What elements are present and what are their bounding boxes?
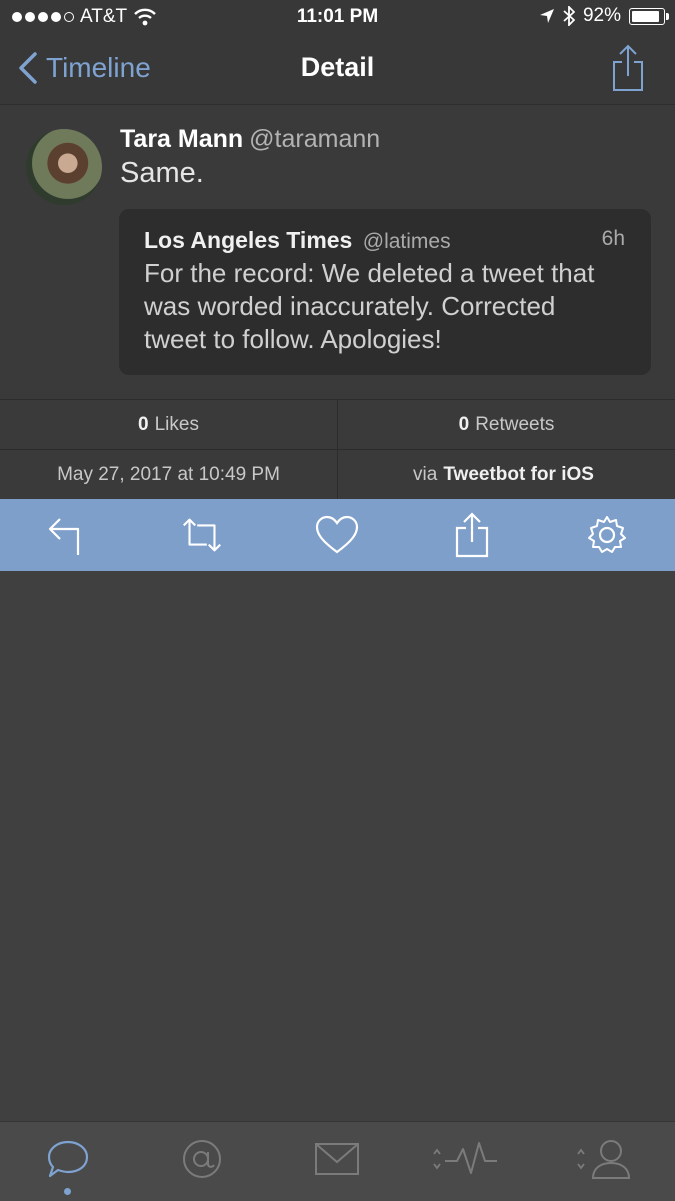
reply-icon <box>48 518 80 555</box>
activity-tab[interactable] <box>425 1134 505 1184</box>
author-name: Tara Mann <box>120 125 244 153</box>
profile-icon <box>577 1140 631 1179</box>
via-label: via <box>413 463 438 485</box>
quoted-author-handle: @latimes <box>362 230 451 253</box>
share-icon <box>455 512 489 558</box>
location-icon <box>539 9 554 23</box>
at-sign-icon <box>183 1140 221 1178</box>
tweet-date: May 27, 2017 at 10:49 PM <box>0 449 338 499</box>
page-title: Detail <box>300 52 375 82</box>
nav-share-button[interactable] <box>611 44 645 97</box>
mentions-tab[interactable] <box>162 1134 242 1184</box>
tweet-author[interactable]: Tara Mann @taramann <box>120 125 380 154</box>
status-right-group: 92% <box>539 5 669 27</box>
retweet-icon <box>183 518 221 552</box>
quoted-time: 6h <box>601 227 625 250</box>
action-toolbar <box>0 499 675 571</box>
author-handle: @taramann <box>249 125 381 153</box>
tweet-stats: 0 Likes 0 Retweets May 27, 2017 at 10:49… <box>0 399 675 499</box>
tweet-text: Same. <box>120 157 204 189</box>
likes-label: Likes <box>154 413 199 435</box>
heart-icon <box>315 515 359 554</box>
likes-count: 0 <box>138 413 149 435</box>
activity-pulse-icon <box>433 1142 497 1174</box>
retweets-label: Retweets <box>475 413 555 435</box>
gear-icon <box>588 516 626 553</box>
tweet-client[interactable]: via Tweetbot for iOS <box>338 449 675 499</box>
quoted-tweet[interactable]: Los Angeles Times @latimes 6h For the re… <box>119 209 651 375</box>
navigation-bar: Timeline Detail <box>0 34 675 105</box>
likes-stat[interactable]: 0 Likes <box>0 399 338 449</box>
messages-tab[interactable] <box>297 1134 377 1184</box>
share-button[interactable] <box>448 511 496 559</box>
avatar[interactable] <box>26 129 102 205</box>
retweet-button[interactable] <box>178 511 226 559</box>
timeline-tab[interactable] <box>28 1134 108 1184</box>
envelope-icon <box>315 1143 359 1175</box>
status-bar: AT&T 11:01 PM 92% <box>0 0 675 34</box>
date-label: May 27, 2017 at 10:49 PM <box>57 463 280 485</box>
quoted-author: Los Angeles Times @latimes <box>144 227 451 254</box>
tab-bar <box>0 1121 675 1201</box>
profile-tab[interactable] <box>562 1134 642 1184</box>
active-tab-indicator <box>64 1188 71 1195</box>
battery-icon <box>629 7 669 25</box>
settings-button[interactable] <box>583 511 631 559</box>
bluetooth-icon <box>563 6 575 26</box>
retweets-count: 0 <box>458 413 470 435</box>
tweet-detail: Tara Mann @taramann Same. Los Angeles Tim… <box>0 105 675 399</box>
reply-button[interactable] <box>42 511 90 559</box>
speech-bubble-icon <box>47 1140 89 1178</box>
client-name: Tweetbot for iOS <box>443 463 594 485</box>
share-icon <box>613 44 643 91</box>
quoted-author-name: Los Angeles Times <box>144 227 353 253</box>
battery-percent: 92% <box>582 5 621 26</box>
content-area <box>0 571 675 1121</box>
like-button[interactable] <box>313 511 361 559</box>
retweets-stat[interactable]: 0 Retweets <box>338 399 675 449</box>
quoted-text: For the record: We deleted a tweet that … <box>144 258 595 354</box>
